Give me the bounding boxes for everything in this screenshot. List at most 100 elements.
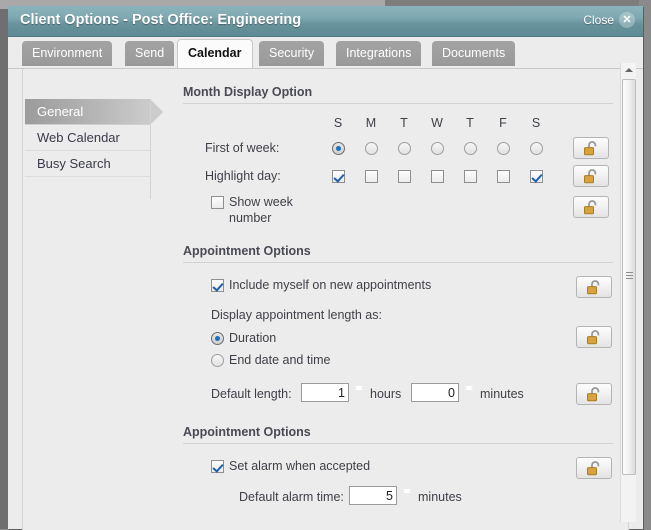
radio-first-of-week-mon[interactable] bbox=[365, 142, 378, 155]
row-default-alarm-time: Default alarm time: minutes bbox=[183, 484, 613, 512]
section-appointment-options-1: Appointment Options Include myself on ne… bbox=[183, 244, 613, 411]
radio-first-of-week-fri[interactable] bbox=[497, 142, 510, 155]
grip-lines-icon bbox=[626, 272, 633, 281]
tab-environment[interactable]: Environment bbox=[22, 41, 112, 66]
checkbox-highlight-mon[interactable] bbox=[365, 170, 378, 183]
unlocked-padlock-icon bbox=[586, 280, 604, 296]
tab-calendar[interactable]: Calendar bbox=[177, 39, 253, 68]
day-header-mon: M bbox=[361, 116, 381, 130]
default-length-label: Default length: bbox=[211, 387, 292, 401]
default-length-hours-input[interactable] bbox=[301, 383, 349, 402]
section-header-appointment-options-1: Appointment Options bbox=[183, 244, 613, 263]
tab-content-panel: General Web Calendar Busy Search Month D… bbox=[8, 68, 643, 529]
lock-button-include-myself[interactable] bbox=[576, 276, 612, 298]
close-button-label: Close bbox=[583, 13, 614, 27]
row-show-week-number: Show week number bbox=[183, 192, 613, 230]
tab-send[interactable]: Send bbox=[125, 41, 174, 66]
vertical-scrollbar[interactable] bbox=[620, 63, 636, 522]
row-set-alarm: Set alarm when accepted bbox=[183, 456, 613, 484]
row-default-length: Default length: hours minutes bbox=[183, 381, 613, 411]
include-myself-label: Include myself on new appointments bbox=[229, 278, 431, 292]
checkbox-set-alarm-when-accepted[interactable] bbox=[211, 460, 224, 473]
end-date-and-time-label: End date and time bbox=[229, 353, 330, 367]
day-header-sun: S bbox=[328, 116, 348, 130]
checkbox-highlight-tue[interactable] bbox=[398, 170, 411, 183]
section-header-appointment-options-2: Appointment Options bbox=[183, 425, 613, 444]
unlocked-padlock-icon bbox=[583, 141, 601, 157]
highlight-day-label: Highlight day: bbox=[205, 169, 281, 183]
set-alarm-label: Set alarm when accepted bbox=[229, 459, 370, 473]
default-length-hours-stepper[interactable] bbox=[352, 383, 366, 403]
default-length-hours-unit: hours bbox=[370, 387, 401, 401]
unlocked-padlock-icon bbox=[586, 330, 604, 346]
radio-first-of-week-tue[interactable] bbox=[398, 142, 411, 155]
client-options-dialog: Client Options - Post Office: Engineerin… bbox=[8, 6, 643, 529]
section-appointment-options-2: Appointment Options Set alarm when accep… bbox=[183, 425, 613, 512]
default-alarm-time-stepper[interactable] bbox=[400, 486, 414, 506]
window-left-edge bbox=[0, 9, 8, 529]
unlocked-padlock-icon bbox=[583, 169, 601, 185]
lock-button-length-mode[interactable] bbox=[576, 326, 612, 348]
checkbox-include-myself[interactable] bbox=[211, 279, 224, 292]
day-header-fri: F bbox=[493, 116, 513, 130]
sidebar-item-web-calendar[interactable]: Web Calendar bbox=[25, 125, 150, 151]
row-display-length-label: Display appointment length as: bbox=[183, 303, 613, 329]
section-month-display: Month Display Option S M T W T F S First… bbox=[183, 85, 613, 230]
row-first-of-week: First of week: bbox=[183, 136, 613, 164]
section-header-month-display: Month Display Option bbox=[183, 85, 613, 104]
tab-security[interactable]: Security bbox=[259, 41, 324, 66]
day-header-row: S M T W T F S bbox=[183, 116, 613, 136]
row-include-myself: Include myself on new appointments bbox=[183, 275, 613, 303]
checkbox-highlight-thu[interactable] bbox=[464, 170, 477, 183]
close-icon: ✕ bbox=[619, 12, 635, 28]
tab-documents[interactable]: Documents bbox=[432, 41, 515, 66]
title-bar: Client Options - Post Office: Engineerin… bbox=[8, 6, 643, 37]
row-duration-option: Duration bbox=[183, 329, 613, 351]
default-alarm-time-input[interactable] bbox=[349, 486, 397, 505]
default-length-minutes-input[interactable] bbox=[411, 383, 459, 402]
scrollbar-thumb[interactable] bbox=[622, 79, 636, 475]
radio-first-of-week-wed[interactable] bbox=[431, 142, 444, 155]
day-header-wed: W bbox=[427, 116, 447, 130]
day-header-tue: T bbox=[394, 116, 414, 130]
checkbox-highlight-sun[interactable] bbox=[332, 170, 345, 183]
show-week-number-label-line2: number bbox=[229, 211, 271, 225]
radio-duration[interactable] bbox=[211, 332, 224, 345]
unlocked-padlock-icon bbox=[583, 200, 601, 216]
settings-sidebar: General Web Calendar Busy Search bbox=[25, 99, 150, 177]
scrollbar-up-arrow[interactable] bbox=[621, 63, 637, 77]
default-length-minutes-unit: minutes bbox=[480, 387, 524, 401]
duration-label: Duration bbox=[229, 331, 276, 345]
tab-bar: Environment Send Calendar Security Integ… bbox=[8, 37, 643, 68]
options-pane: Month Display Option S M T W T F S First… bbox=[183, 85, 613, 526]
lock-button-set-alarm[interactable] bbox=[576, 457, 612, 479]
close-button[interactable]: Close ✕ bbox=[583, 12, 635, 28]
lock-button-highlight-day[interactable] bbox=[573, 165, 609, 187]
default-length-minutes-stepper[interactable] bbox=[462, 383, 476, 403]
day-header-thu: T bbox=[460, 116, 480, 130]
radio-first-of-week-thu[interactable] bbox=[464, 142, 477, 155]
checkbox-highlight-sat[interactable] bbox=[530, 170, 543, 183]
lock-button-show-week-number[interactable] bbox=[573, 196, 609, 218]
window-title: Client Options - Post Office: Engineerin… bbox=[20, 12, 301, 28]
lock-button-default-length[interactable] bbox=[576, 383, 612, 405]
checkbox-show-week-number[interactable] bbox=[211, 196, 224, 209]
sidebar-item-busy-search[interactable]: Busy Search bbox=[25, 151, 150, 177]
unlocked-padlock-icon bbox=[586, 461, 604, 477]
sidebar-divider bbox=[150, 99, 151, 199]
tab-integrations[interactable]: Integrations bbox=[336, 41, 421, 66]
first-of-week-label: First of week: bbox=[205, 141, 279, 155]
lock-button-first-of-week[interactable] bbox=[573, 137, 609, 159]
content-inner: General Web Calendar Busy Search Month D… bbox=[22, 69, 629, 530]
radio-end-date-and-time[interactable] bbox=[211, 354, 224, 367]
day-header-sat: S bbox=[526, 116, 546, 130]
display-length-label: Display appointment length as: bbox=[211, 308, 382, 322]
checkbox-highlight-wed[interactable] bbox=[431, 170, 444, 183]
unlocked-padlock-icon bbox=[586, 387, 604, 403]
default-alarm-time-unit: minutes bbox=[418, 490, 462, 504]
row-highlight-day: Highlight day: bbox=[183, 164, 613, 192]
checkbox-highlight-fri[interactable] bbox=[497, 170, 510, 183]
radio-first-of-week-sun[interactable] bbox=[332, 142, 345, 155]
sidebar-item-general[interactable]: General bbox=[25, 99, 150, 125]
radio-first-of-week-sat[interactable] bbox=[530, 142, 543, 155]
